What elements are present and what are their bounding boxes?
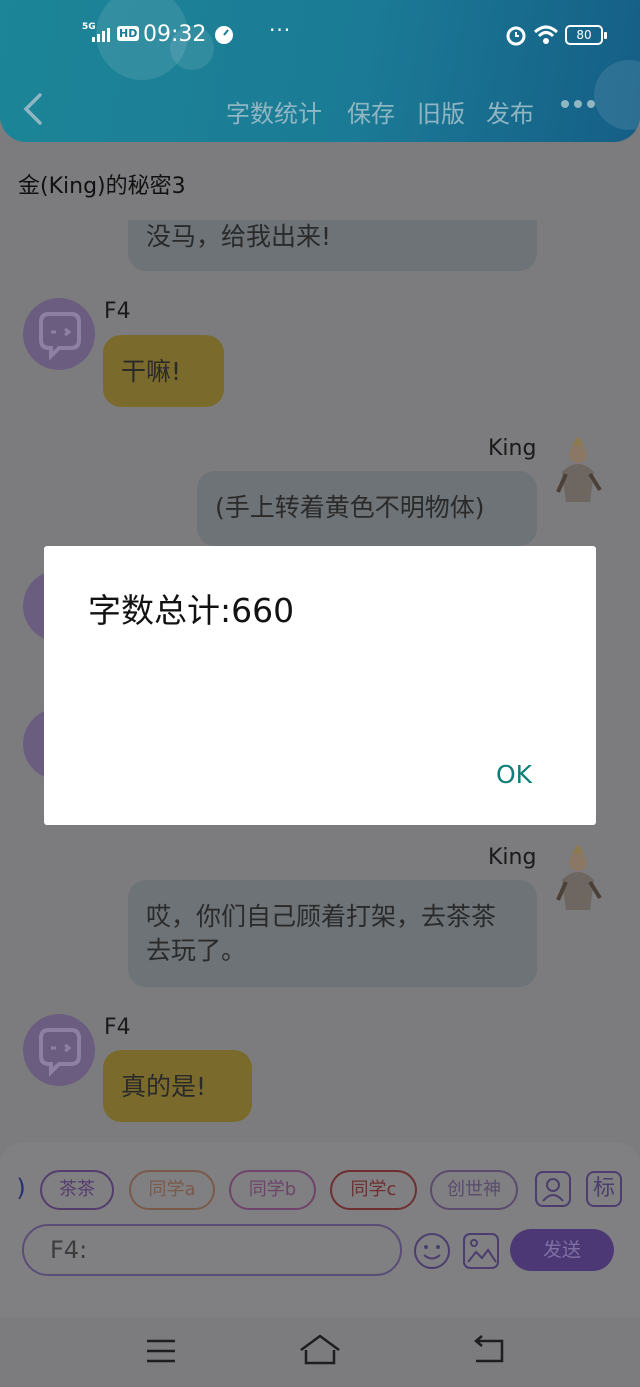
message-text: 哎，你们自己顾着打架，去茶茶去玩了。 [146, 902, 497, 965]
person-icon [542, 1178, 564, 1202]
signal-bars-icon [92, 28, 110, 42]
ok-button[interactable]: OK [496, 760, 532, 789]
sender-name: King [488, 436, 537, 461]
publish-button[interactable]: 发布 [486, 94, 534, 129]
clock: 09:32 [143, 22, 207, 47]
status-bar: 5G HD 09:32 ··· 80 [0, 18, 640, 52]
home-icon[interactable] [298, 1333, 342, 1367]
nav-bar: 字数统计 保存 旧版 发布 [0, 88, 640, 132]
speedometer-icon [215, 26, 233, 44]
send-button[interactable]: 发送 [510, 1229, 614, 1271]
message-input[interactable]: F4: [22, 1224, 402, 1276]
back-arrow-icon[interactable] [20, 92, 48, 126]
top-header: 5G HD 09:32 ··· 80 字数统计 保存 旧版 发布 [0, 0, 640, 142]
dialog-message: 字数总计:660 [88, 591, 295, 630]
king-avatar-image[interactable] [552, 432, 604, 506]
message-text: 干嘛! [121, 357, 182, 386]
role-chip[interactable]: 茶茶 [40, 1170, 114, 1210]
message-bubble[interactable]: 没马，给我出来! [128, 220, 537, 271]
message-bubble[interactable]: (手上转着黄色不明物体) [197, 471, 537, 546]
message-bubble[interactable]: 真的是! [103, 1050, 252, 1122]
message-text: 没马，给我出来! [146, 222, 332, 251]
emoji-icon[interactable] [413, 1232, 451, 1270]
role-chip[interactable]: 同学c [330, 1170, 417, 1210]
image-icon[interactable] [462, 1232, 500, 1270]
menu-icon[interactable] [145, 1337, 177, 1365]
word-count-button[interactable]: 字数统计 [226, 94, 322, 129]
message-bubble[interactable]: 干嘛! [103, 335, 224, 407]
message-bubble[interactable]: 哎，你们自己顾着打架，去茶茶去玩了。 [128, 880, 537, 987]
king-avatar-image[interactable] [552, 840, 604, 914]
chat-face-icon [39, 312, 81, 361]
sender-name: F4 [104, 1015, 131, 1040]
message-text: (手上转着黄色不明物体) [215, 493, 485, 522]
role-chip[interactable]: 同学a [129, 1170, 215, 1210]
more-notifications: ··· [269, 18, 292, 42]
wifi-icon [534, 25, 558, 44]
message-text: 真的是! [121, 1072, 207, 1101]
alarm-icon [506, 26, 526, 46]
sender-name: F4 [104, 299, 131, 324]
battery-indicator: 80 [565, 25, 607, 45]
role-chip[interactable]: 同学b [229, 1170, 316, 1210]
hd-badge: HD [117, 26, 140, 41]
chat-face-icon [39, 1028, 81, 1077]
contacts-button[interactable] [535, 1171, 571, 1207]
system-nav-bar [0, 1317, 640, 1387]
save-button[interactable]: 保存 [347, 94, 395, 129]
tag-button[interactable]: 标 [586, 1171, 622, 1207]
role-chip[interactable]: ) [12, 1170, 30, 1210]
avatar[interactable] [23, 1014, 95, 1086]
avatar[interactable] [23, 298, 95, 370]
sender-name: King [488, 845, 537, 870]
word-count-dialog: 字数总计:660 OK [44, 546, 596, 825]
role-chip[interactable]: 创世神 [430, 1170, 518, 1210]
back-nav-icon[interactable] [470, 1335, 506, 1365]
more-options-icon[interactable] [560, 98, 596, 110]
old-version-button[interactable]: 旧版 [417, 94, 465, 129]
document-title: 金(King)的秘密3 [18, 174, 186, 199]
